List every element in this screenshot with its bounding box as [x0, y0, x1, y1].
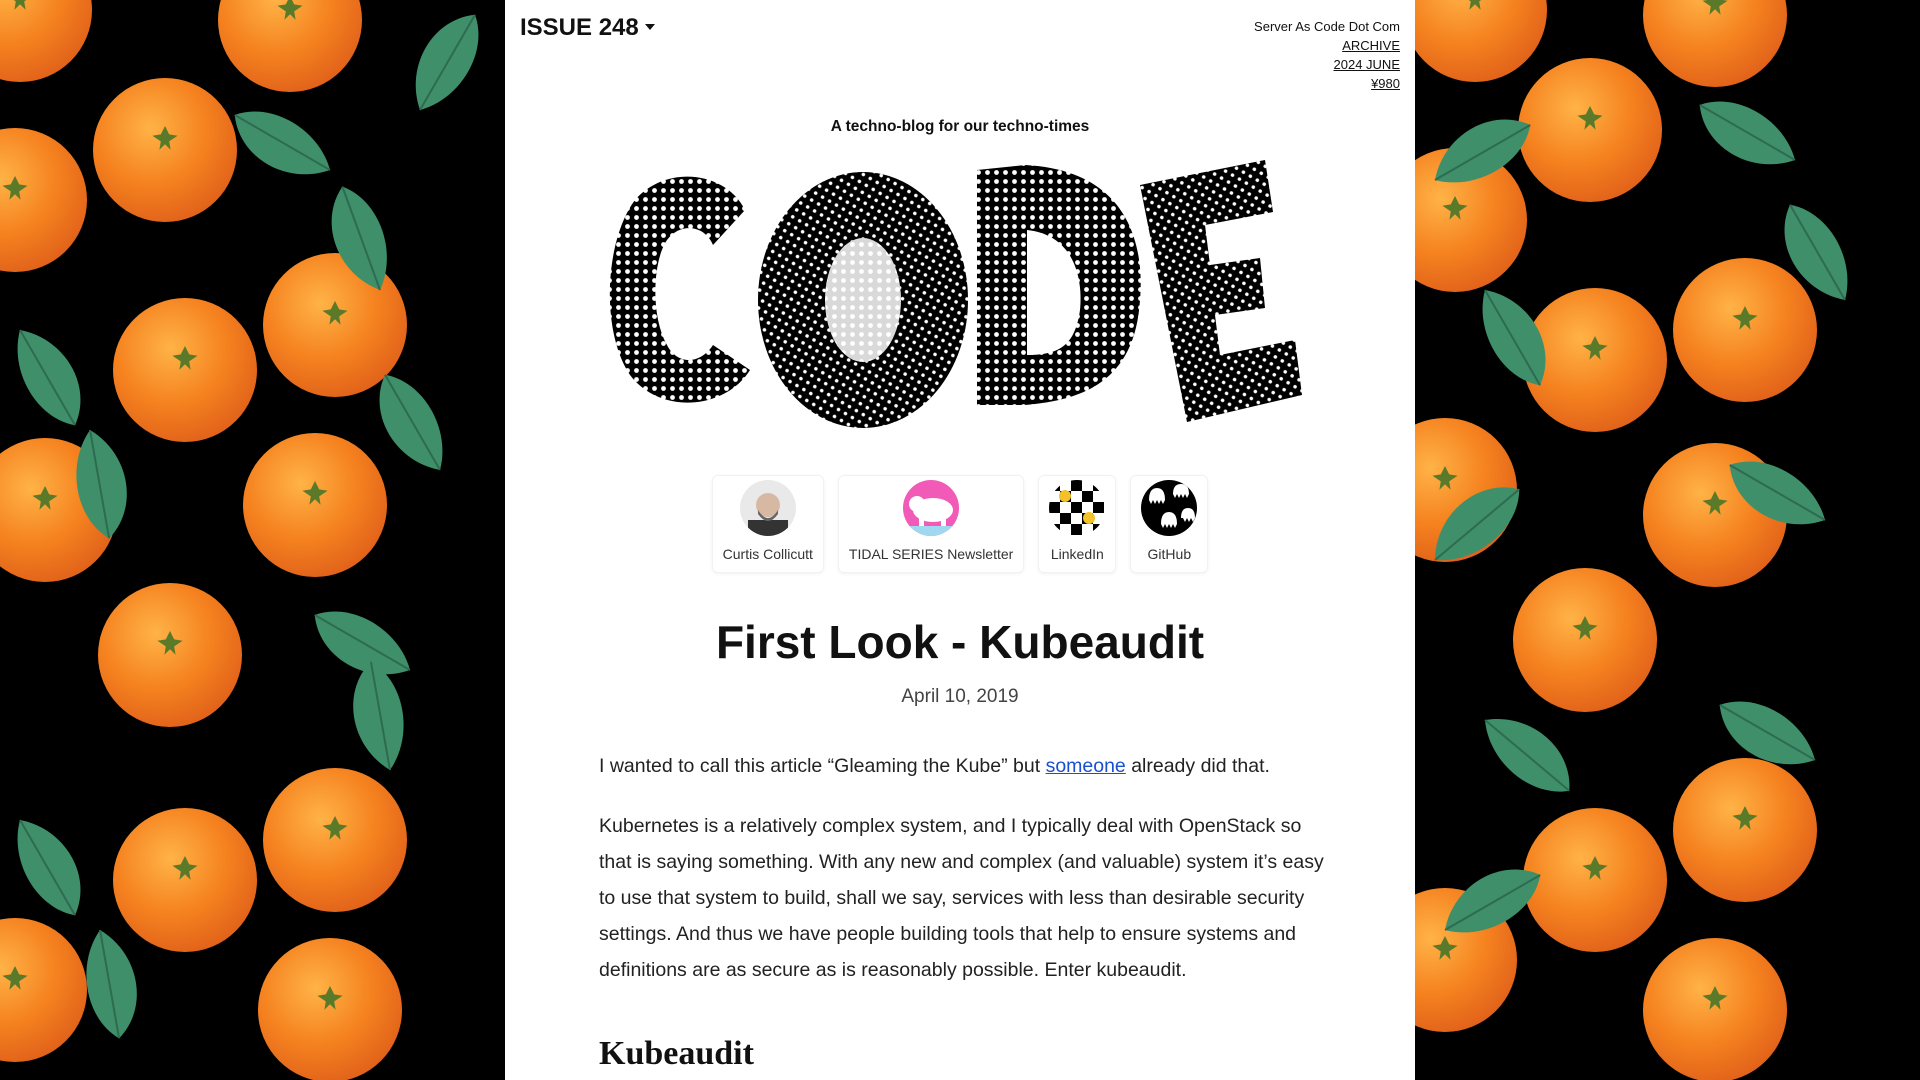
code-logo	[609, 160, 1302, 428]
link-label: Curtis Collicutt	[722, 546, 813, 562]
orange-pattern-right-art	[1415, 0, 1866, 1080]
paragraph-kubernetes: Kubernetes is a relatively complex syste…	[599, 815, 1324, 981]
link-label: LinkedIn	[1050, 546, 1104, 562]
paragraph-intro: I wanted to call this article “Gleaming …	[599, 748, 1339, 784]
section-heading-kubeaudit: Kubeaudit	[599, 1035, 754, 1072]
ghost-pattern-icon	[1141, 480, 1198, 536]
someone-link[interactable]: someone	[1046, 755, 1126, 777]
profile-photo-icon	[739, 480, 796, 536]
orange-pattern-right	[1415, 0, 1920, 1080]
checkered-smiley-icon	[1049, 480, 1106, 536]
link-label: GitHub	[1147, 546, 1192, 562]
tagline: A techno-blog for our techno-times	[830, 118, 1090, 135]
link-tidal-series-newsletter[interactable]: TIDAL SERIES Newsletter	[837, 475, 1025, 573]
orange-pattern-left-art	[0, 0, 496, 1080]
intro-text-start: I wanted to call this article “Gleaming …	[599, 755, 1046, 777]
header-meta: Server As Code Dot Com ARCHIVE 2024 JUNE…	[1254, 17, 1400, 93]
archive-link[interactable]: ARCHIVE	[1254, 36, 1400, 55]
price-link[interactable]: ¥980	[1254, 74, 1400, 93]
link-linkedin[interactable]: LinkedIn	[1038, 475, 1117, 573]
polar-bear-icon	[903, 480, 960, 536]
link-label: TIDAL SERIES Newsletter	[848, 546, 1014, 562]
article-title: First Look - Kubeaudit	[715, 616, 1205, 668]
issue-label: ISSUE 248	[520, 14, 639, 41]
edition-link[interactable]: 2024 JUNE	[1254, 55, 1400, 74]
article-date: April 10, 2019	[901, 686, 1019, 707]
site-name: Server As Code Dot Com	[1254, 19, 1400, 34]
link-curtis-collicutt[interactable]: Curtis Collicutt	[711, 475, 824, 573]
social-links: Curtis Collicutt TIDAL SERIES Newsletter	[505, 475, 1415, 573]
intro-text-end: already did that.	[1125, 755, 1270, 777]
link-github[interactable]: GitHub	[1130, 475, 1209, 573]
main-page: ISSUE 248 Server As Code Dot Com ARCHIVE…	[505, 0, 1415, 1080]
issue-dropdown[interactable]: ISSUE 248	[520, 14, 655, 42]
article-body: I wanted to call this article “Gleaming …	[599, 748, 1339, 1072]
caret-down-icon	[644, 23, 655, 30]
orange-pattern-left	[0, 0, 505, 1080]
